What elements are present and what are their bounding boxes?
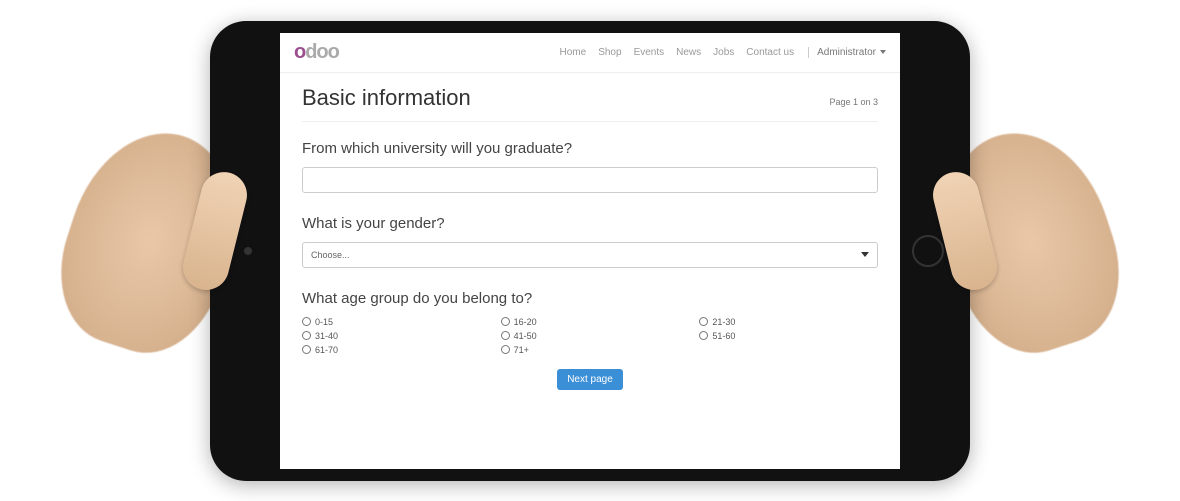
radio-input[interactable] bbox=[501, 345, 510, 354]
age-radio-group: 0-15 16-20 21-30 31-40 41-50 bbox=[302, 317, 878, 355]
radio-label: 0-15 bbox=[315, 317, 333, 327]
age-option-51-60[interactable]: 51-60 bbox=[699, 331, 878, 341]
logo[interactable]: odoo bbox=[294, 41, 339, 64]
radio-input[interactable] bbox=[302, 317, 311, 326]
navbar: odoo Home Shop Events News Jobs Contact … bbox=[280, 33, 900, 73]
footer: Next page bbox=[302, 369, 878, 396]
age-option-16-20[interactable]: 16-20 bbox=[501, 317, 680, 327]
age-option-0-15[interactable]: 0-15 bbox=[302, 317, 481, 327]
university-input[interactable] bbox=[302, 167, 878, 193]
radio-label: 51-60 bbox=[712, 331, 735, 341]
screen: odoo Home Shop Events News Jobs Contact … bbox=[280, 33, 900, 469]
radio-label: 31-40 bbox=[315, 331, 338, 341]
age-option-61-70[interactable]: 61-70 bbox=[302, 345, 481, 355]
survey-content: Basic information Page 1 on 3 From which… bbox=[280, 73, 900, 469]
radio-input[interactable] bbox=[302, 331, 311, 340]
nav-link-jobs[interactable]: Jobs bbox=[713, 47, 734, 58]
page-indicator: Page 1 on 3 bbox=[829, 97, 878, 107]
age-option-31-40[interactable]: 31-40 bbox=[302, 331, 481, 341]
nav-link-contact[interactable]: Contact us bbox=[746, 47, 794, 58]
age-option-71plus[interactable]: 71+ bbox=[501, 345, 680, 355]
logo-rest: doo bbox=[305, 41, 339, 63]
select-caret-icon bbox=[861, 252, 869, 257]
user-name: Administrator bbox=[817, 47, 876, 58]
next-page-button[interactable]: Next page bbox=[557, 369, 623, 390]
nav-link-events[interactable]: Events bbox=[634, 47, 665, 58]
age-option-21-30[interactable]: 21-30 bbox=[699, 317, 878, 327]
radio-input[interactable] bbox=[302, 345, 311, 354]
gender-select[interactable]: Choose... bbox=[302, 242, 878, 268]
nav-link-news[interactable]: News bbox=[676, 47, 701, 58]
radio-label: 71+ bbox=[514, 345, 529, 355]
question-university: From which university will you graduate? bbox=[302, 140, 878, 157]
thumb-right bbox=[928, 167, 1002, 295]
radio-input[interactable] bbox=[699, 317, 708, 326]
page-title: Basic information bbox=[302, 85, 471, 111]
radio-input[interactable] bbox=[699, 331, 708, 340]
radio-input[interactable] bbox=[501, 317, 510, 326]
radio-label: 21-30 bbox=[712, 317, 735, 327]
thumb-left bbox=[178, 167, 252, 295]
age-option-41-50[interactable]: 41-50 bbox=[501, 331, 680, 341]
user-menu[interactable]: Administrator bbox=[808, 47, 886, 58]
nav-link-shop[interactable]: Shop bbox=[598, 47, 621, 58]
radio-label: 16-20 bbox=[514, 317, 537, 327]
radio-label: 61-70 bbox=[315, 345, 338, 355]
question-age: What age group do you belong to? bbox=[302, 290, 878, 307]
tablet-frame: odoo Home Shop Events News Jobs Contact … bbox=[210, 21, 970, 481]
question-gender: What is your gender? bbox=[302, 215, 878, 232]
caret-down-icon bbox=[880, 50, 886, 54]
radio-label: 41-50 bbox=[514, 331, 537, 341]
logo-accent: o bbox=[294, 41, 305, 63]
title-row: Basic information Page 1 on 3 bbox=[302, 85, 878, 122]
radio-input[interactable] bbox=[501, 331, 510, 340]
gender-select-value: Choose... bbox=[311, 250, 350, 260]
nav-link-home[interactable]: Home bbox=[560, 47, 587, 58]
